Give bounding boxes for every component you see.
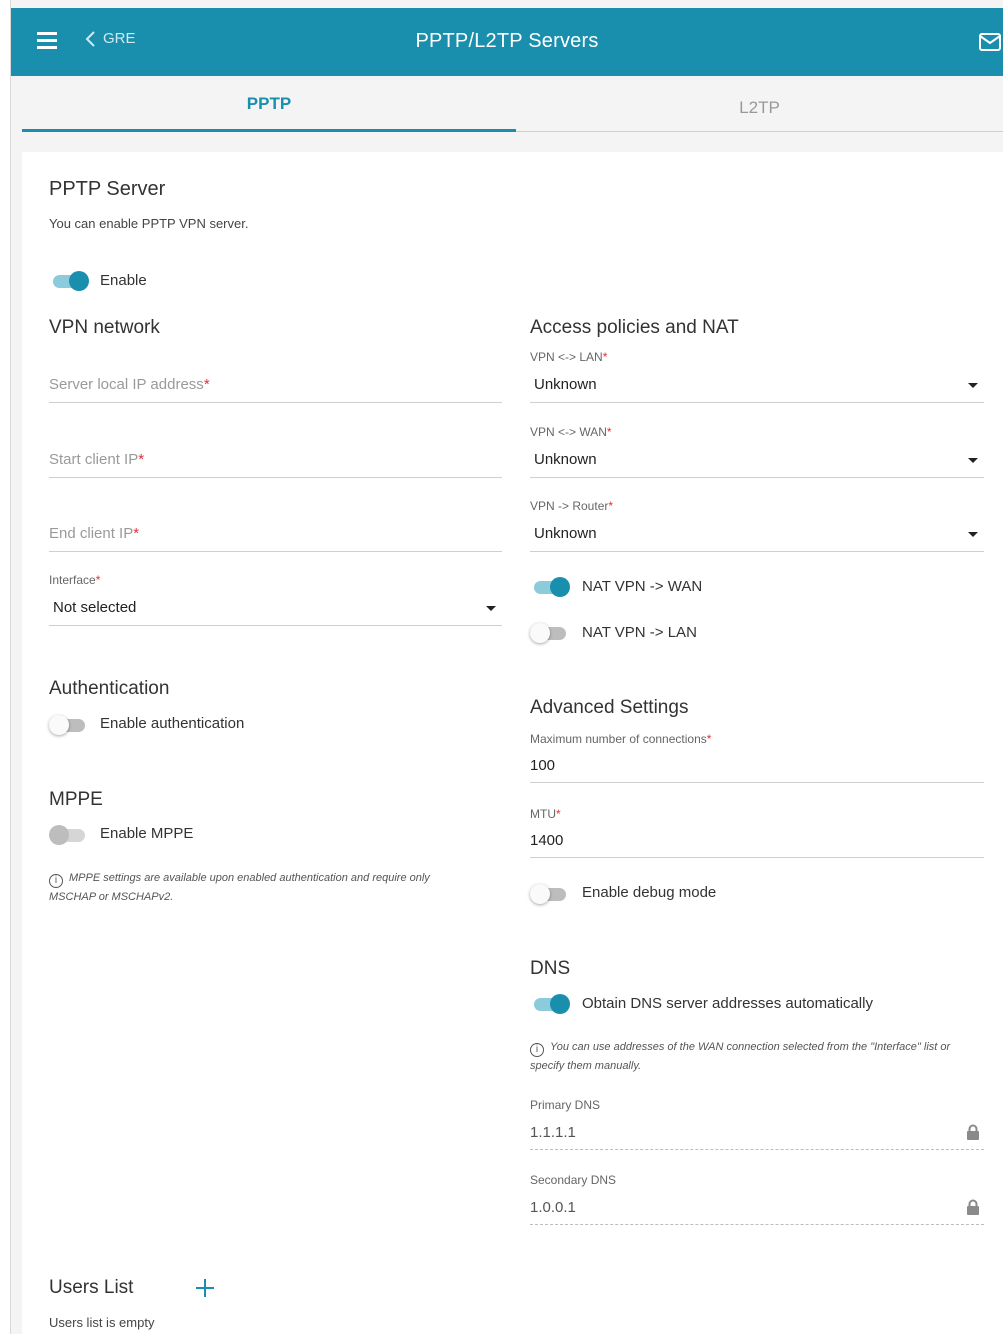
mail-icon[interactable]	[979, 33, 1001, 56]
top-bar: GRE PPTP/L2TP Servers	[11, 8, 1003, 76]
debug-mode-toggle[interactable]	[530, 884, 568, 904]
info-icon: i	[49, 874, 63, 888]
interface-value: Not selected	[53, 599, 137, 616]
interface-select[interactable]: Interface* Not selected	[49, 573, 502, 626]
window-left-edge	[0, 0, 11, 1334]
vpn-router-value: Unknown	[534, 525, 597, 542]
enable-pptp-label: Enable	[100, 272, 147, 289]
pptp-server-heading: PPTP Server	[49, 178, 166, 200]
chevron-down-icon	[486, 606, 496, 611]
primary-dns-field: Primary DNS 1.1.1.1	[530, 1098, 984, 1150]
dns-heading: DNS	[530, 958, 571, 979]
plus-icon	[196, 1279, 214, 1297]
add-user-button[interactable]	[195, 1278, 215, 1303]
tab-pptp[interactable]: PPTP	[22, 78, 516, 132]
enable-authentication-toggle[interactable]	[49, 715, 87, 735]
mppe-heading: MPPE	[49, 789, 103, 810]
chevron-down-icon	[968, 532, 978, 537]
users-list-heading: Users List	[49, 1277, 134, 1298]
primary-dns-value: 1.1.1.1	[530, 1124, 576, 1141]
mtu-field[interactable]: MTU* 1400	[530, 807, 984, 858]
mtu-value: 1400	[530, 832, 564, 849]
dns-auto-label: Obtain DNS server addresses automaticall…	[582, 995, 873, 1012]
secondary-dns-label: Secondary DNS	[530, 1173, 617, 1187]
end-client-ip-placeholder: End client IP	[49, 525, 134, 542]
enable-authentication-label: Enable authentication	[100, 715, 245, 732]
end-client-ip-field[interactable]: End client IP*	[49, 525, 502, 552]
access-policies-heading: Access policies and NAT	[530, 317, 739, 338]
enable-pptp-toggle[interactable]	[51, 271, 89, 291]
settings-card: PPTP Server You can enable PPTP VPN serv…	[22, 152, 1003, 1334]
start-client-ip-placeholder: Start client IP	[49, 451, 139, 468]
vpn-lan-value: Unknown	[534, 376, 597, 393]
enable-mppe-label: Enable MPPE	[100, 825, 194, 842]
authentication-heading: Authentication	[49, 678, 170, 699]
dns-note: i You can use addresses of the WAN connec…	[530, 1038, 980, 1076]
start-client-ip-field[interactable]: Start client IP*	[49, 451, 502, 478]
interface-label: Interface	[49, 573, 96, 587]
vpn-wan-value: Unknown	[534, 451, 597, 468]
nat-vpn-wan-label: NAT VPN -> WAN	[582, 578, 703, 595]
server-local-ip-field[interactable]: Server local IP address*	[49, 376, 502, 403]
users-empty-text: Users list is empty	[49, 1315, 155, 1330]
vpn-router-label: VPN -> Router	[530, 499, 609, 513]
lock-icon	[966, 1199, 980, 1220]
vpn-network-heading: VPN network	[49, 317, 160, 338]
info-icon: i	[530, 1043, 544, 1057]
mppe-note-text: MPPE settings are available upon enabled…	[49, 872, 430, 903]
page-title: PPTP/L2TP Servers	[415, 30, 599, 52]
vpn-lan-label: VPN <-> LAN	[530, 350, 603, 364]
chevron-down-icon	[968, 458, 978, 463]
nat-vpn-wan-toggle[interactable]	[532, 577, 570, 597]
secondary-dns-value: 1.0.0.1	[530, 1199, 576, 1216]
dns-note-text: You can use addresses of the WAN connect…	[530, 1041, 951, 1072]
server-local-ip-placeholder: Server local IP address	[49, 376, 204, 393]
secondary-dns-field: Secondary DNS 1.0.0.1	[530, 1173, 984, 1225]
enable-mppe-toggle[interactable]	[49, 825, 87, 845]
pptp-server-description: You can enable PPTP VPN server.	[49, 216, 249, 231]
dns-auto-toggle[interactable]	[532, 994, 570, 1014]
vpn-wan-label: VPN <-> WAN	[530, 425, 607, 439]
debug-mode-label: Enable debug mode	[582, 884, 717, 901]
nat-vpn-lan-toggle[interactable]	[530, 623, 568, 643]
max-connections-field[interactable]: Maximum number of connections* 100	[530, 732, 984, 783]
nat-vpn-lan-label: NAT VPN -> LAN	[582, 624, 697, 641]
tab-l2tp[interactable]: L2TP	[516, 78, 1003, 132]
mtu-label: MTU	[530, 807, 556, 821]
vpn-lan-select[interactable]: VPN <-> LAN* Unknown	[530, 350, 984, 403]
vpn-router-select[interactable]: VPN -> Router* Unknown	[530, 499, 984, 552]
vpn-wan-select[interactable]: VPN <-> WAN* Unknown	[530, 425, 984, 478]
mppe-note: i MPPE settings are available upon enable…	[49, 869, 479, 907]
primary-dns-label: Primary DNS	[530, 1098, 601, 1112]
tab-bar: PPTP L2TP	[22, 78, 1003, 132]
max-connections-label: Maximum number of connections	[530, 732, 707, 746]
max-connections-value: 100	[530, 757, 556, 774]
lock-icon	[966, 1124, 980, 1145]
advanced-settings-heading: Advanced Settings	[530, 697, 689, 718]
chevron-down-icon	[968, 383, 978, 388]
